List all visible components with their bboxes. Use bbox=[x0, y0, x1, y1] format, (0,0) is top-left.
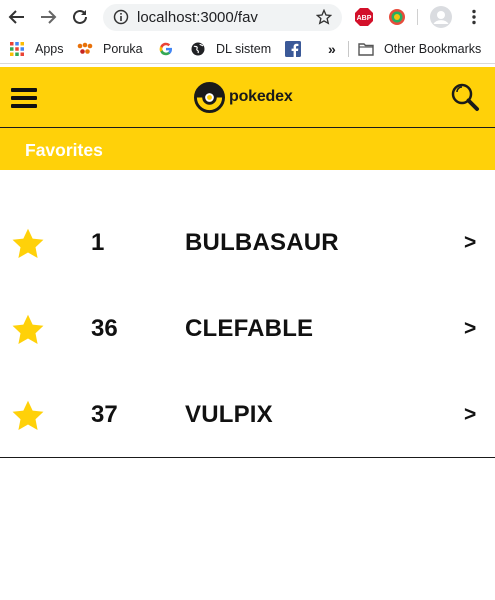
open-details-arrow[interactable]: > bbox=[464, 403, 476, 427]
more-bookmarks-button[interactable]: » bbox=[328, 40, 336, 58]
pokemon-name[interactable]: CLEFABLE bbox=[185, 315, 313, 343]
pokemon-name[interactable]: BULBASAUR bbox=[185, 229, 339, 257]
star-icon[interactable] bbox=[10, 398, 46, 439]
back-arrow-icon bbox=[8, 10, 24, 24]
bookmark-label: Apps bbox=[35, 42, 64, 56]
adblock-extension-icon[interactable]: ABP bbox=[354, 7, 374, 32]
address-bar[interactable]: localhost:3000/fav bbox=[103, 4, 342, 31]
url-text[interactable]: localhost:3000/fav bbox=[137, 9, 258, 26]
bookmark-google[interactable] bbox=[158, 40, 184, 58]
bookmark-apps[interactable]: Apps bbox=[9, 40, 64, 58]
back-button[interactable] bbox=[6, 6, 28, 28]
star-icon[interactable] bbox=[10, 226, 46, 267]
forward-arrow-icon bbox=[41, 10, 57, 24]
browser-toolbar: localhost:3000/fav ABP bbox=[0, 0, 495, 34]
google-icon bbox=[158, 41, 174, 57]
bookmark-label: Poruka bbox=[103, 42, 143, 56]
bookmark-poruka[interactable]: Poruka bbox=[77, 40, 143, 58]
facebook-icon bbox=[285, 41, 301, 57]
list-item[interactable]: 36 CLEFABLE > bbox=[0, 288, 495, 374]
app-header: pokedex bbox=[0, 67, 495, 128]
pokemon-number: 37 bbox=[91, 401, 118, 428]
bookmarks-bar: Apps Poruka DL sistem » Other Bookmarks bbox=[0, 34, 495, 64]
reload-button[interactable] bbox=[69, 6, 91, 28]
bookmarks-divider bbox=[348, 41, 349, 57]
globe-icon bbox=[190, 41, 206, 57]
forward-button[interactable] bbox=[37, 6, 59, 28]
color-extension-icon[interactable] bbox=[387, 7, 407, 32]
pokeball-icon bbox=[194, 81, 225, 113]
pokemon-name[interactable]: VULPIX bbox=[185, 401, 273, 429]
toolbar-divider bbox=[417, 9, 418, 25]
browser-menu-icon[interactable] bbox=[466, 9, 482, 30]
bookmark-label: Other Bookmarks bbox=[384, 42, 482, 56]
open-details-arrow[interactable]: > bbox=[464, 231, 476, 255]
list-item[interactable]: 1 BULBASAUR > bbox=[0, 202, 495, 288]
reload-icon bbox=[73, 9, 87, 24]
profile-avatar[interactable] bbox=[430, 6, 452, 33]
list-divider bbox=[0, 457, 495, 458]
apps-grid-icon bbox=[9, 41, 25, 57]
site-info-icon[interactable] bbox=[113, 9, 129, 30]
hamburger-icon[interactable] bbox=[11, 88, 37, 108]
bookmark-star-icon[interactable] bbox=[315, 8, 333, 30]
adblock-label: ABP bbox=[357, 15, 372, 22]
pokemon-number: 36 bbox=[91, 315, 118, 342]
pokedex-logo[interactable]: pokedex bbox=[194, 81, 293, 113]
bookmark-dl-sistem[interactable]: DL sistem bbox=[190, 40, 271, 58]
folder-icon bbox=[358, 41, 374, 57]
star-icon[interactable] bbox=[10, 312, 46, 353]
bookmark-label: DL sistem bbox=[216, 42, 272, 56]
bookmark-facebook[interactable] bbox=[285, 40, 311, 58]
other-bookmarks-folder[interactable]: Other Bookmarks bbox=[358, 40, 481, 58]
poruka-icon bbox=[77, 41, 93, 57]
open-details-arrow[interactable]: > bbox=[464, 317, 476, 341]
page-title: Favorites bbox=[25, 140, 103, 160]
logo-text: pokedex bbox=[229, 88, 293, 105]
list-item[interactable]: 37 VULPIX > bbox=[0, 374, 495, 460]
favorites-bar: Favorites bbox=[0, 128, 495, 170]
search-icon[interactable] bbox=[450, 82, 480, 117]
pokemon-number: 1 bbox=[91, 229, 105, 256]
